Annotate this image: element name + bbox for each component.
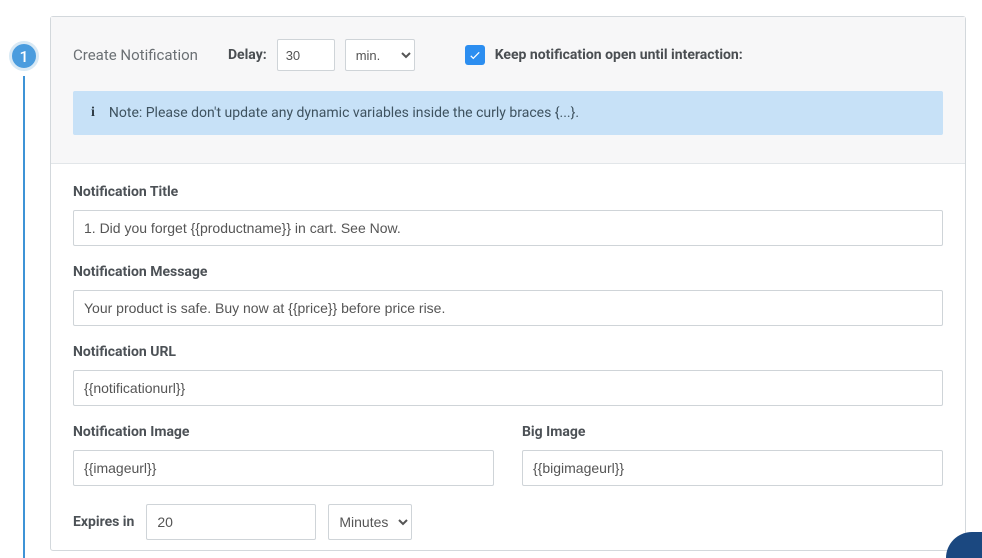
delay-label: Delay: [228,47,267,63]
notification-message-input[interactable] [73,290,943,326]
notification-image-input[interactable] [73,450,494,486]
expires-row: Expires in Minutes [73,504,943,540]
delay-input[interactable] [277,39,335,71]
expires-unit-select[interactable]: Minutes [328,504,412,540]
notification-image-block: Notification Image [73,424,494,486]
big-image-block: Big Image [522,424,943,486]
notification-title-block: Notification Title [73,184,943,246]
notification-url-input[interactable] [73,370,943,406]
image-row: Notification Image Big Image [73,424,943,486]
info-icon: i [91,105,95,121]
big-image-label: Big Image [522,424,943,440]
keep-open-group: Keep notification open until interaction… [465,45,743,65]
notification-message-label: Notification Message [73,264,943,280]
big-image-input[interactable] [522,450,943,486]
expires-label: Expires in [73,514,134,530]
timeline-bar [23,76,25,558]
keep-open-label: Keep notification open until interaction… [495,47,743,63]
notification-title-label: Notification Title [73,184,943,200]
expires-value-input[interactable] [146,504,316,540]
create-notification-panel: Create Notification Delay: min. Keep not… [50,16,966,551]
notification-message-block: Notification Message [73,264,943,326]
notification-image-label: Notification Image [73,424,494,440]
keep-open-checkbox[interactable] [465,45,485,65]
header-row: Create Notification Delay: min. Keep not… [73,39,943,71]
check-icon [468,48,482,62]
delay-group: Delay: min. [228,39,415,71]
notification-title-input[interactable] [73,210,943,246]
note-bar: i Note: Please don't update any dynamic … [73,91,943,135]
delay-unit-select[interactable]: min. [345,39,415,71]
notification-url-label: Notification URL [73,344,943,360]
step-badge: 1 [9,41,39,71]
step-number: 1 [19,47,28,66]
note-text: Note: Please don't update any dynamic va… [109,105,579,121]
panel-header: Create Notification Delay: min. Keep not… [51,17,965,164]
panel-body: Notification Title Notification Message … [51,164,965,550]
notification-url-block: Notification URL [73,344,943,406]
panel-title: Create Notification [73,46,198,64]
